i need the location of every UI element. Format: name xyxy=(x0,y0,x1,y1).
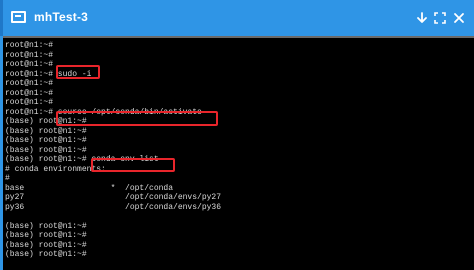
terminal-line: root@n1:~# xyxy=(5,41,54,50)
terminal-line: base * /opt/conda xyxy=(5,183,174,193)
terminal-line: root@n1:~# xyxy=(5,79,54,88)
terminal-line: root@n1:~# sudo -i xyxy=(5,69,92,79)
title-bar: mhTest-3 xyxy=(0,0,474,36)
title-bar-edge xyxy=(0,0,3,36)
terminal-line: (base) root@n1:~# xyxy=(5,240,87,250)
terminal-line: root@n1:~# xyxy=(5,50,54,60)
chevron-down-icon xyxy=(417,12,427,23)
window-title: mhTest-3 xyxy=(34,10,89,24)
terminal-line: py27 /opt/conda/envs/py27 xyxy=(5,193,222,202)
terminal-line: root@n1:~# xyxy=(5,88,54,98)
window-icon xyxy=(11,11,26,23)
close-button[interactable] xyxy=(447,6,471,30)
terminal-window: mhTest-3 root@n1:~# root@n1:~# root@n1:~… xyxy=(0,0,474,270)
expand-icon xyxy=(434,12,446,24)
terminal-line: root@n1:~# xyxy=(5,98,54,107)
terminal-line: # xyxy=(5,174,10,183)
highlight-sudo-command xyxy=(56,65,100,79)
terminal-line: root@n1:~# xyxy=(5,60,54,69)
terminal-line: (base) root@n1:~# xyxy=(5,221,87,231)
terminal-line: (base) root@n1:~# xyxy=(5,126,87,136)
terminal-line: (base) root@n1:~# xyxy=(5,136,87,145)
close-icon xyxy=(454,13,464,23)
terminal-line: (base) root@n1:~# xyxy=(5,250,87,259)
highlight-source-activate-command xyxy=(56,111,218,126)
highlight-conda-env-list-command xyxy=(91,158,175,172)
terminal-line: (base) root@n1:~# xyxy=(5,231,87,240)
terminal-output[interactable]: root@n1:~# root@n1:~# root@n1:~# root@n1… xyxy=(3,38,474,270)
terminal-line: (base) root@n1:~# xyxy=(5,145,87,155)
terminal-lines: root@n1:~# root@n1:~# root@n1:~# root@n1… xyxy=(5,41,221,260)
terminal-line: py36 /opt/conda/envs/py36 xyxy=(5,202,222,212)
